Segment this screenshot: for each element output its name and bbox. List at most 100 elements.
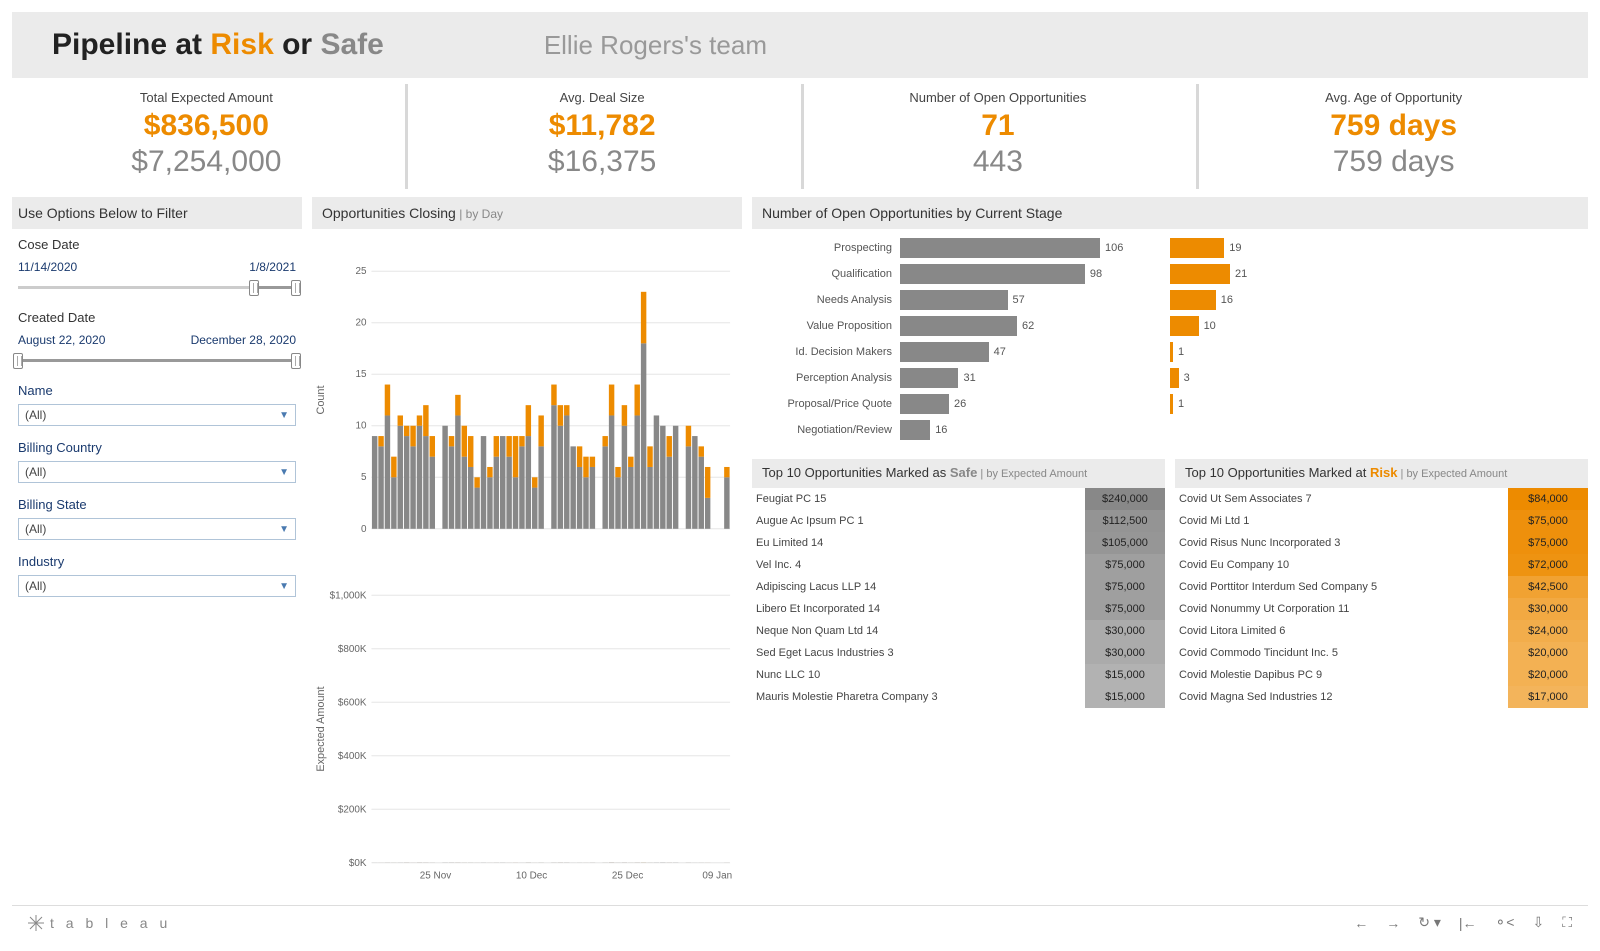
table-row[interactable]: Nunc LLC 10 $15,000 — [752, 664, 1165, 686]
download-icon[interactable]: ⇩ — [1532, 914, 1544, 931]
table-row[interactable]: Covid Mi Ltd 1 $75,000 — [1175, 510, 1588, 532]
caret-down-icon: ▼ — [279, 467, 289, 478]
table-row[interactable]: Covid Ut Sem Associates 7 $84,000 — [1175, 488, 1588, 510]
table-row[interactable]: Covid Risus Nunc Incorporated 3 $75,000 — [1175, 532, 1588, 554]
table-row[interactable]: Mauris Molestie Pharetra Company 3 $15,0… — [752, 686, 1165, 708]
kpi-card[interactable]: Avg. Age of Opportunity 759 days 759 day… — [1196, 84, 1588, 189]
table-row[interactable]: Covid Eu Company 10 $72,000 — [1175, 554, 1588, 576]
close-date-slider[interactable] — [18, 278, 296, 296]
fullscreen-icon[interactable]: ⛶ — [1562, 914, 1572, 931]
opportunity-value: $20,000 — [1508, 642, 1588, 664]
stage-val-safe: 31 — [963, 372, 975, 384]
stage-bar-safe — [900, 420, 930, 440]
table-row[interactable]: Augue Ac Ipsum PC 1 $112,500 — [752, 510, 1165, 532]
nav-first-icon[interactable]: |← — [1459, 915, 1477, 931]
stage-bar-safe — [900, 316, 1017, 336]
stage-row[interactable]: Proposal/Price Quote 26 1 — [762, 391, 1578, 417]
top-risk-table: Covid Ut Sem Associates 7 $84,000Covid M… — [1175, 488, 1588, 905]
stage-row[interactable]: Negotiation/Review 16 — [762, 417, 1578, 443]
stage-row[interactable]: Qualification 98 21 — [762, 261, 1578, 287]
stage-row[interactable]: Needs Analysis 57 16 — [762, 287, 1578, 313]
opportunity-name: Libero Et Incorporated 14 — [752, 603, 1085, 615]
opportunity-name: Mauris Molestie Pharetra Company 3 — [752, 691, 1085, 703]
stage-bar-safe — [900, 290, 1008, 310]
opportunity-name: Feugiat PC 15 — [752, 493, 1085, 505]
title-risk: Risk — [210, 28, 273, 61]
table-row[interactable]: Adipiscing Lacus LLP 14 $75,000 — [752, 576, 1165, 598]
opportunity-name: Nunc LLC 10 — [752, 669, 1085, 681]
stage-row[interactable]: Perception Analysis 31 3 — [762, 365, 1578, 391]
table-row[interactable]: Eu Limited 14 $105,000 — [752, 532, 1165, 554]
svg-text:$0K: $0K — [349, 858, 367, 869]
stage-row[interactable]: Value Proposition 62 10 — [762, 313, 1578, 339]
opportunity-name: Covid Commodo Tincidunt Inc. 5 — [1175, 647, 1508, 659]
stage-val-safe: 106 — [1105, 242, 1123, 254]
replay-icon[interactable]: ↻ ▾ — [1418, 914, 1441, 931]
stage-val-safe: 16 — [935, 424, 947, 436]
opportunity-value: $75,000 — [1085, 576, 1165, 598]
table-row[interactable]: Covid Porttitor Interdum Sed Company 5 $… — [1175, 576, 1588, 598]
table-row[interactable]: Neque Non Quam Ltd 14 $30,000 — [752, 620, 1165, 642]
filter-created-date: Created Date August 22, 2020 December 28… — [18, 310, 296, 369]
name-dropdown[interactable]: (All) ▼ — [18, 404, 296, 426]
table-row[interactable]: Covid Molestie Dapibus PC 9 $20,000 — [1175, 664, 1588, 686]
kpi-card[interactable]: Number of Open Opportunities 71 443 — [801, 84, 1193, 189]
filter-close-date: Cose Date 11/14/2020 1/8/2021 — [18, 237, 296, 296]
stages-chart[interactable]: Prospecting 106 19 Qualification 98 21 N… — [752, 229, 1588, 453]
table-row[interactable]: Covid Litora Limited 6 $24,000 — [1175, 620, 1588, 642]
table-row[interactable]: Libero Et Incorporated 14 $75,000 — [752, 598, 1165, 620]
stage-label: Proposal/Price Quote — [762, 398, 892, 410]
table-row[interactable]: Covid Nonummy Ut Corporation 11 $30,000 — [1175, 598, 1588, 620]
svg-text:25 Dec: 25 Dec — [612, 871, 643, 882]
nav-back-icon[interactable]: ← — [1354, 915, 1368, 931]
kpi-risk-value: 759 days — [1199, 109, 1588, 143]
count-chart[interactable]: 0510152025Count — [312, 233, 738, 567]
stage-label: Negotiation/Review — [762, 424, 892, 436]
opportunity-value: $72,000 — [1508, 554, 1588, 576]
kpi-card[interactable]: Avg. Deal Size $11,782 $16,375 — [405, 84, 797, 189]
tableau-brand-text: t a b l e a u — [50, 915, 171, 931]
opportunity-name: Covid Litora Limited 6 — [1175, 625, 1508, 637]
slider-handle-left[interactable] — [249, 280, 259, 296]
table-row[interactable]: Sed Eget Lacus Industries 3 $30,000 — [752, 642, 1165, 664]
stage-val-risk: 21 — [1235, 268, 1247, 280]
table-row[interactable]: Covid Commodo Tincidunt Inc. 5 $20,000 — [1175, 642, 1588, 664]
stage-val-safe: 47 — [994, 346, 1006, 358]
opportunity-name: Covid Nonummy Ut Corporation 11 — [1175, 603, 1508, 615]
kpi-row: Total Expected Amount $836,500 $7,254,00… — [12, 84, 1588, 189]
industry-dropdown[interactable]: (All) ▼ — [18, 575, 296, 597]
amount-chart[interactable]: $0K$200K$400K$600K$800K$1,000K25 Nov10 D… — [312, 567, 738, 901]
tableau-brand[interactable]: t a b l e a u — [28, 915, 171, 931]
table-row[interactable]: Feugiat PC 15 $240,000 — [752, 488, 1165, 510]
top-risk-title-suffix: | by Expected Amount — [1397, 468, 1507, 480]
opportunity-value: $75,000 — [1085, 598, 1165, 620]
kpi-risk-value: 71 — [804, 109, 1193, 143]
top-risk-title-prefix: Top 10 Opportunities Marked at — [1185, 465, 1370, 480]
stage-val-risk: 19 — [1229, 242, 1241, 254]
stage-row[interactable]: Prospecting 106 19 — [762, 235, 1578, 261]
table-row[interactable]: Covid Magna Sed Industries 12 $17,000 — [1175, 686, 1588, 708]
closing-title: Opportunities Closing | by Day — [312, 197, 742, 229]
kpi-card[interactable]: Total Expected Amount $836,500 $7,254,00… — [12, 84, 401, 189]
table-row[interactable]: Vel Inc. 4 $75,000 — [752, 554, 1165, 576]
svg-text:10: 10 — [355, 421, 367, 432]
stage-val-safe: 98 — [1090, 268, 1102, 280]
nav-forward-icon[interactable]: → — [1386, 915, 1400, 931]
billing-state-dropdown[interactable]: (All) ▼ — [18, 518, 296, 540]
stage-bar-safe — [900, 342, 989, 362]
tableau-logo-icon — [28, 915, 44, 931]
title-prefix: Pipeline at — [52, 28, 210, 61]
stage-row[interactable]: Id. Decision Makers 47 1 — [762, 339, 1578, 365]
created-date-slider[interactable] — [18, 351, 296, 369]
opportunity-value: $30,000 — [1508, 598, 1588, 620]
opportunity-name: Covid Magna Sed Industries 12 — [1175, 691, 1508, 703]
billing-country-dropdown[interactable]: (All) ▼ — [18, 461, 296, 483]
kpi-safe-value: 759 days — [1199, 145, 1588, 179]
close-date-end: 1/8/2021 — [249, 260, 296, 274]
slider-handle-right[interactable] — [291, 353, 301, 369]
right-panel: Number of Open Opportunities by Current … — [752, 197, 1588, 905]
share-icon[interactable]: ⚬< — [1495, 914, 1515, 931]
slider-handle-left[interactable] — [13, 353, 23, 369]
svg-text:20: 20 — [355, 318, 367, 329]
slider-handle-right[interactable] — [291, 280, 301, 296]
